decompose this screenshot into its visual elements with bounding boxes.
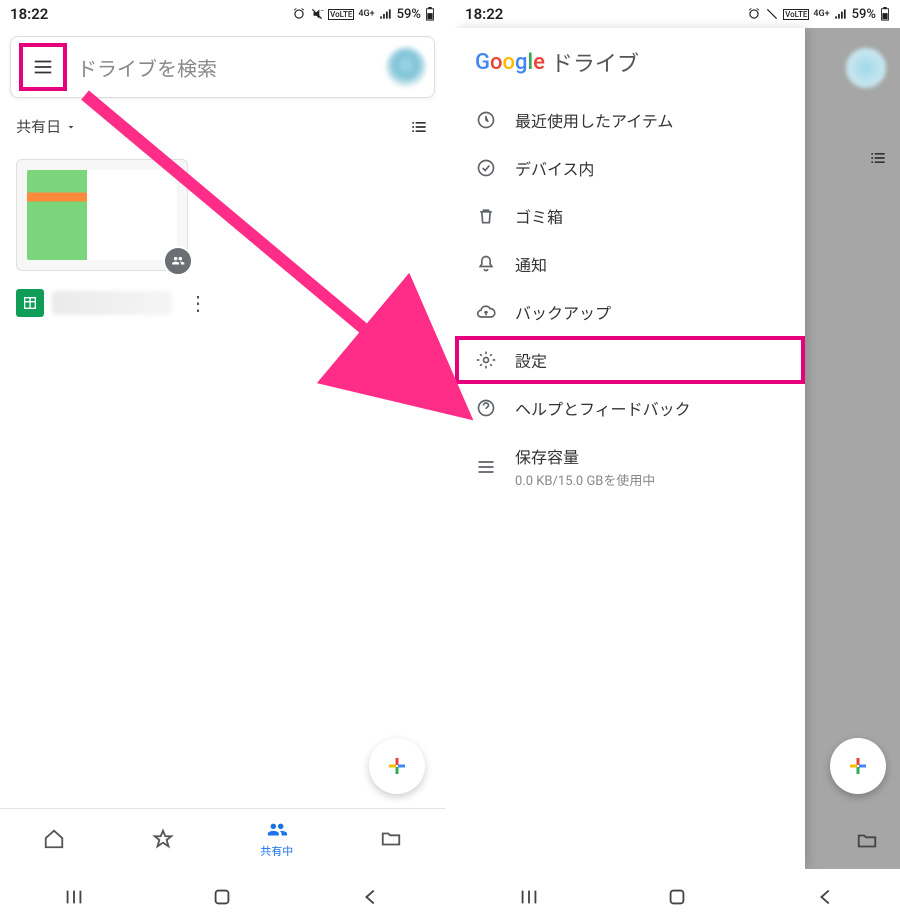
star-icon xyxy=(152,828,174,850)
search-bar[interactable]: ドライブを検索 xyxy=(10,36,435,98)
android-nav xyxy=(0,869,445,924)
mute-icon xyxy=(765,7,779,21)
home-nav-icon[interactable] xyxy=(666,886,688,908)
menu-trash[interactable]: ゴミ箱 xyxy=(455,192,805,240)
network-type: 4G+ xyxy=(358,9,374,19)
file-item[interactable]: ⋮ xyxy=(0,147,232,329)
trash-icon xyxy=(475,205,497,227)
mute-icon xyxy=(310,7,324,21)
status-bar: 18:22 VoLTE 4G+ 59% xyxy=(0,0,445,28)
navigation-drawer: Google ドライブ 最近使用したアイテム デバイス内 ゴミ箱 xyxy=(455,28,805,869)
home-nav-icon[interactable] xyxy=(211,886,233,908)
status-bar: 18:22 VoLTE 4G+ 59% xyxy=(455,0,900,28)
check-circle-icon xyxy=(475,157,497,179)
drawer-title: Google ドライブ xyxy=(455,40,805,96)
alarm-icon xyxy=(747,7,761,21)
bottom-nav: 共有中 xyxy=(0,808,445,869)
file-more-button[interactable]: ⋮ xyxy=(180,291,216,315)
battery-icon xyxy=(880,7,890,21)
menu-notifications[interactable]: 通知 xyxy=(455,240,805,288)
bell-icon xyxy=(475,253,497,275)
nav-starred[interactable] xyxy=(152,828,174,850)
menu-storage[interactable]: 保存容量 0.0 KB/15.0 GBを使用中 xyxy=(455,432,805,501)
fab-add-button[interactable] xyxy=(830,738,886,794)
nav-files[interactable] xyxy=(856,830,878,856)
shared-badge-icon xyxy=(163,246,193,276)
nav-files[interactable] xyxy=(380,828,402,850)
alarm-icon xyxy=(292,7,306,21)
recents-icon[interactable] xyxy=(63,886,85,908)
plus-icon xyxy=(846,754,870,778)
menu-settings[interactable]: 設定 xyxy=(455,336,805,384)
battery-percent: 59% xyxy=(397,7,421,22)
phone-left: 18:22 VoLTE 4G+ 59% ドライブを検索 共 xyxy=(0,0,445,924)
google-logo: Google xyxy=(475,50,545,75)
nav-shared-label: 共有中 xyxy=(260,843,293,859)
battery-icon xyxy=(425,7,435,21)
folder-icon xyxy=(856,830,878,852)
list-view-icon[interactable] xyxy=(409,117,429,137)
fab-add-button[interactable] xyxy=(369,738,425,794)
file-name xyxy=(52,291,172,315)
menu-storage-detail: 0.0 KB/15.0 GBを使用中 xyxy=(515,470,655,489)
menu-storage-label: 保存容量 xyxy=(515,444,655,468)
menu-settings-label: 設定 xyxy=(515,348,547,372)
plus-icon xyxy=(385,754,409,778)
menu-icon xyxy=(32,56,54,78)
menu-button[interactable] xyxy=(19,43,67,91)
menu-help-label: ヘルプとフィードバック xyxy=(515,396,691,420)
volte-icon: VoLTE xyxy=(783,9,809,20)
storage-icon xyxy=(475,456,497,478)
sheets-icon xyxy=(16,289,44,317)
clock-icon xyxy=(475,109,497,131)
recents-icon[interactable] xyxy=(518,886,540,908)
help-icon xyxy=(475,397,497,419)
menu-backup-label: バックアップ xyxy=(515,300,611,324)
file-thumbnail[interactable] xyxy=(16,159,188,271)
menu-recent[interactable]: 最近使用したアイテム xyxy=(455,96,805,144)
gear-icon xyxy=(475,349,497,371)
menu-notifications-label: 通知 xyxy=(515,252,547,276)
menu-device[interactable]: デバイス内 xyxy=(455,144,805,192)
list-view-icon[interactable] xyxy=(868,148,888,168)
signal-icon xyxy=(379,7,393,21)
phone-right: 18:22 VoLTE 4G+ 59% xyxy=(455,0,900,924)
menu-help[interactable]: ヘルプとフィードバック xyxy=(455,384,805,432)
sort-button[interactable]: 共有日 xyxy=(16,116,77,137)
status-time: 18:22 xyxy=(10,5,48,23)
menu-trash-label: ゴミ箱 xyxy=(515,204,563,228)
status-right: VoLTE 4G+ 59% xyxy=(292,7,435,22)
menu-recent-label: 最近使用したアイテム xyxy=(515,108,673,132)
android-nav xyxy=(455,869,900,924)
account-avatar[interactable] xyxy=(846,48,886,88)
network-type: 4G+ xyxy=(813,9,829,19)
battery-percent: 59% xyxy=(852,7,876,22)
cloud-up-icon xyxy=(475,301,497,323)
people-icon xyxy=(266,819,288,841)
chevron-down-icon xyxy=(65,121,77,133)
menu-device-label: デバイス内 xyxy=(515,156,595,180)
volte-icon: VoLTE xyxy=(328,9,354,20)
status-right: VoLTE 4G+ 59% xyxy=(747,7,890,22)
search-placeholder[interactable]: ドライブを検索 xyxy=(67,53,386,82)
nav-home[interactable] xyxy=(43,828,65,850)
sort-label: 共有日 xyxy=(16,116,61,137)
account-avatar[interactable] xyxy=(386,47,426,87)
status-time: 18:22 xyxy=(465,5,503,23)
nav-shared[interactable]: 共有中 xyxy=(260,819,293,859)
back-icon[interactable] xyxy=(360,886,382,908)
sort-row: 共有日 xyxy=(0,106,445,147)
home-icon xyxy=(43,828,65,850)
menu-backup[interactable]: バックアップ xyxy=(455,288,805,336)
folder-icon xyxy=(380,828,402,850)
signal-icon xyxy=(834,7,848,21)
drawer-app-name: ドライブ xyxy=(551,46,639,78)
back-icon[interactable] xyxy=(815,886,837,908)
